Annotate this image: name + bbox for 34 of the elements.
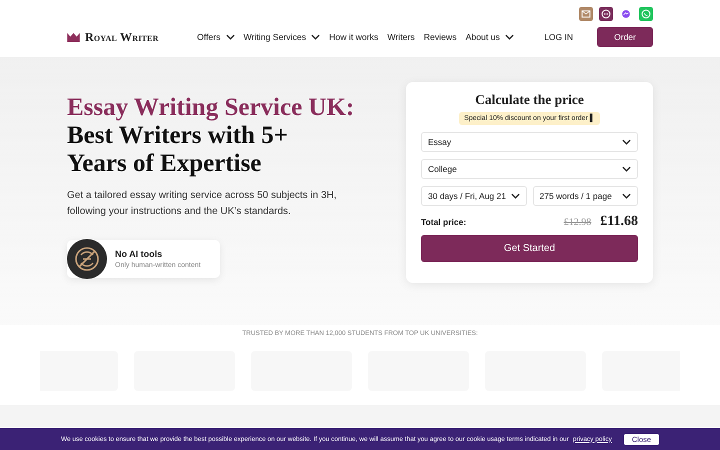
get-started-button[interactable]: Get Started <box>421 235 638 262</box>
order-button[interactable]: Order <box>597 27 653 47</box>
select-field[interactable]: College <box>421 159 638 179</box>
caret-icon <box>622 139 631 145</box>
caret-icon <box>622 193 631 199</box>
nav-link[interactable]: Reviews <box>424 32 457 42</box>
crown-icon <box>67 32 80 42</box>
hero-title: Best Writers with 5+ Years of Expertise <box>67 122 289 178</box>
caret-icon <box>226 34 234 40</box>
nav-link[interactable]: Writing Services <box>244 32 320 42</box>
calculator-title: Calculate the price <box>475 92 584 108</box>
nav-link[interactable]: About us <box>466 32 514 42</box>
caret-icon <box>510 193 520 199</box>
select-field[interactable]: Essay <box>421 132 638 152</box>
price: £11.68 <box>600 214 638 230</box>
caret-icon <box>504 34 514 40</box>
email-icon[interactable] <box>579 7 593 21</box>
caret-icon <box>622 166 631 172</box>
nav-link[interactable]: Offers <box>197 32 234 42</box>
select-field[interactable]: 275 words / 1 page <box>532 186 638 206</box>
select-field[interactable]: 30 days / Fri, Aug 21 <box>421 186 526 206</box>
old-price: £12.98 <box>564 217 592 228</box>
total-label: Total price: <box>421 217 466 227</box>
messenger-icon[interactable] <box>619 7 633 21</box>
badge-title: No AI tools <box>115 249 164 259</box>
nav-link[interactable]: Writers <box>387 32 415 42</box>
caret-icon <box>311 34 320 40</box>
chat-icon[interactable] <box>599 7 613 21</box>
nav-link[interactable]: How it works <box>329 32 378 42</box>
hero-subtitle: Get a tailored essay writing service across 50 subjects in 3H, following your instructions and the UK’s standards. <box>67 189 338 219</box>
login-link[interactable]: LOG IN <box>544 32 573 42</box>
hero-title-accent: Essay Writing Service UK: <box>67 94 356 122</box>
logo-text[interactable]: Royal Writer <box>85 30 159 44</box>
no-ai-icon <box>67 239 107 279</box>
